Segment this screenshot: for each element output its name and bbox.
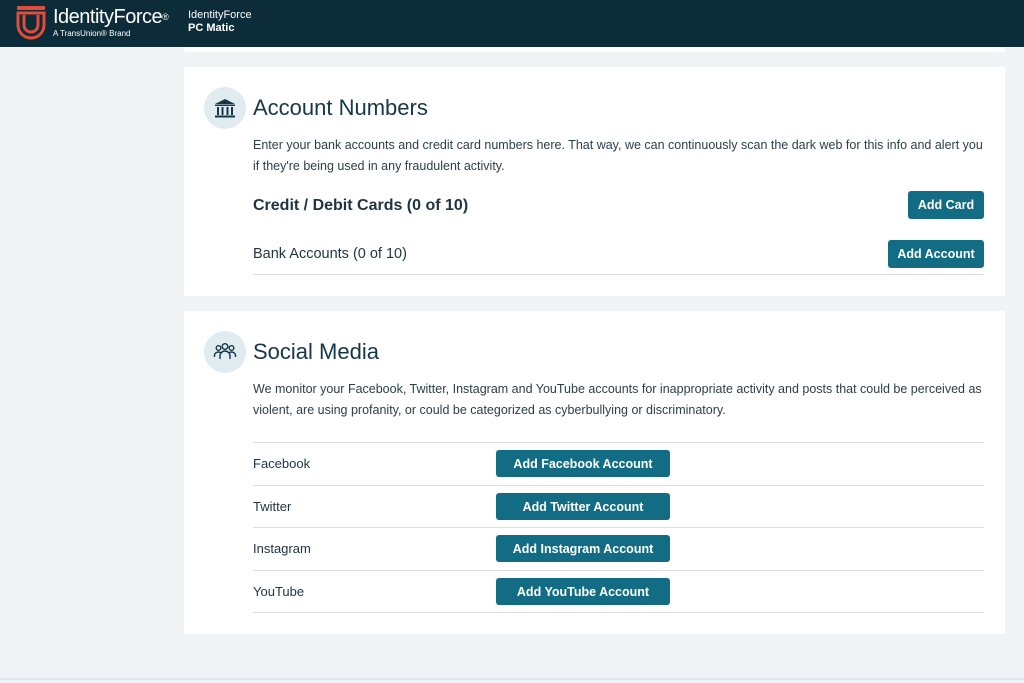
social-media-card: Social Media We monitor your Facebook, T… [184, 311, 1005, 634]
divider [253, 527, 984, 528]
add-youtube-account-button[interactable]: Add YouTube Account [496, 578, 670, 605]
brand-name: IdentityForce® [53, 6, 169, 28]
brand-registered-mark: ® [162, 12, 169, 22]
add-card-button[interactable]: Add Card [908, 191, 984, 219]
previous-card-edge [184, 47, 1005, 52]
account-numbers-title: Account Numbers [253, 95, 428, 120]
add-instagram-account-button[interactable]: Add Instagram Account [496, 535, 670, 562]
instagram-label: Instagram [253, 541, 311, 556]
add-account-button[interactable]: Add Account [888, 240, 984, 268]
shield-logo-icon [16, 6, 46, 40]
bank-accounts-label: Bank Accounts (0 of 10) [253, 246, 407, 262]
account-numbers-description: Enter your bank accounts and credit card… [253, 138, 983, 173]
divider [253, 570, 984, 571]
partner-label: IdentityForce PC Matic [188, 9, 252, 35]
account-numbers-card: Account Numbers Enter your bank accounts… [184, 67, 1005, 296]
add-twitter-account-button[interactable]: Add Twitter Account [496, 493, 670, 520]
facebook-label: Facebook [253, 456, 311, 471]
top-bar: IdentityForce® A TransUnion® Brand Ident… [0, 0, 1024, 47]
footer-divider [0, 678, 1024, 680]
bank-icon [215, 99, 235, 118]
divider [253, 612, 984, 613]
youtube-label: YouTube [253, 584, 305, 599]
divider [253, 274, 984, 275]
social-media-description: We monitor your Facebook, Twitter, Insta… [253, 382, 982, 417]
divider [253, 485, 984, 486]
social-media-title: Social Media [253, 339, 379, 364]
bank-icon-circle [204, 87, 246, 129]
divider [253, 442, 984, 443]
credit-debit-cards-label: Credit / Debit Cards (0 of 10) [253, 197, 469, 214]
partner-line-2: PC Matic [188, 22, 235, 34]
people-group-icon [213, 343, 237, 359]
identityforce-logo[interactable]: IdentityForce® A TransUnion® Brand [15, 5, 175, 41]
add-facebook-account-button[interactable]: Add Facebook Account [496, 450, 670, 477]
twitter-label: Twitter [253, 499, 292, 514]
partner-line-1: IdentityForce [188, 9, 252, 21]
brand-tagline: A TransUnion® Brand [53, 29, 131, 38]
people-icon-circle [204, 331, 246, 373]
